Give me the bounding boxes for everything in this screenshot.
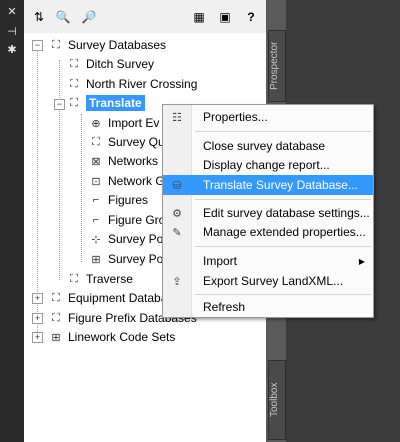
survey-database-icon: ⛶ [70, 57, 78, 70]
palette-left-bar: ✕ ⊣ ✱ [0, 0, 24, 442]
network-group-icon: ⊡ [91, 175, 101, 188]
menu-item-refresh[interactable]: Refresh [163, 297, 373, 317]
menu-separator [195, 131, 371, 132]
zoom-search-icon[interactable]: 🔍 [54, 8, 72, 26]
extended-properties-icon: ✎ [172, 226, 182, 239]
tree-line [81, 114, 82, 262]
tree-node-network-groups[interactable]: ⊡ Network G [88, 172, 164, 190]
survey-database-folder-icon: ⛶ [52, 38, 60, 51]
close-icon[interactable]: ✕ [0, 4, 24, 20]
menu-item-export-survey-landxml[interactable]: ⇪ Export Survey LandXML... [163, 271, 373, 291]
menu-item-translate-survey-database[interactable]: ⛁ Translate Survey Database... [163, 175, 373, 195]
menu-item-display-change-report[interactable]: Display change report... [163, 155, 373, 175]
linework-code-set-icon: ⊞ [51, 331, 61, 344]
tree-node-translate[interactable]: ⛶ Translate [66, 94, 145, 112]
survey-database-icon: ⛶ [70, 77, 78, 90]
settings-icon: ⚙ [172, 207, 182, 220]
expander-expand[interactable]: + [32, 313, 43, 324]
context-menu: ☷ Properties... Close survey database Di… [162, 104, 374, 318]
auto-hide-icon[interactable]: ⊣ [0, 24, 24, 40]
database-icon: ⛁ [172, 179, 182, 192]
menu-item-close-survey-database[interactable]: Close survey database [163, 136, 373, 156]
tree-node-database[interactable]: ⛶ Ditch Survey [66, 55, 154, 73]
help-icon[interactable]: ? [242, 8, 260, 26]
submenu-arrow-icon: ▶ [358, 256, 365, 266]
menu-separator [195, 246, 371, 247]
expander-expand[interactable]: + [32, 332, 43, 343]
import-events-icon: ⊕ [91, 117, 101, 130]
survey-point-group-icon: ⊞ [91, 253, 101, 266]
properties-gear-icon[interactable]: ✱ [0, 42, 24, 58]
menu-item-edit-survey-database-settings[interactable]: ⚙ Edit survey database settings... [163, 203, 373, 223]
tree-node-survey-points[interactable]: ⊹ Survey Po [88, 230, 163, 248]
tree-line [59, 60, 60, 280]
figure-group-icon: ⌐ [92, 214, 100, 226]
survey-database-icon: ⛶ [70, 96, 78, 109]
tree-node-linework-code-sets[interactable]: ⊞ Linework Code Sets [48, 328, 175, 346]
tree-node-networks[interactable]: ⊠ Networks [88, 152, 158, 170]
export-icon: ⇪ [172, 275, 182, 288]
tree-node-survey-queries[interactable]: ⛶ Survey Qu [88, 133, 165, 151]
tree-node-import-events[interactable]: ⊕ Import Ev [88, 114, 159, 132]
menu-separator [195, 294, 371, 295]
expander-collapse[interactable]: − [54, 99, 65, 110]
survey-point-icon: ⊹ [91, 233, 101, 246]
equipment-database-icon: ⛶ [52, 291, 60, 304]
tree-node-figure-groups[interactable]: ⌐ Figure Gro [88, 211, 166, 229]
figure-icon: ⌐ [92, 194, 100, 206]
tree-node-equipment-databases[interactable]: ⛶ Equipment Databa [48, 289, 167, 307]
menu-item-properties[interactable]: ☷ Properties... [163, 107, 373, 127]
tree-node-survey-point-groups[interactable]: ⊞ Survey Po [88, 250, 163, 268]
tree-node-database[interactable]: ⛶ Traverse [66, 270, 133, 288]
tree-node-figures[interactable]: ⌐ Figures [88, 191, 148, 209]
item-view-icon[interactable]: ▦ [190, 8, 208, 26]
survey-database-icon: ⛶ [70, 272, 78, 285]
expander-collapse[interactable]: − [32, 40, 43, 51]
expander-expand[interactable]: + [32, 293, 43, 304]
figure-prefix-database-icon: ⛶ [52, 311, 60, 324]
tree-node-survey-databases[interactable]: ⛶ Survey Databases [48, 36, 166, 54]
toggle-item-view-icon[interactable]: ⇅ [30, 8, 48, 26]
menu-item-manage-extended-properties[interactable]: ✎ Manage extended properties... [163, 222, 373, 242]
prospector-toolbar: ⇅ 🔍 🔎 ▦ ▣ ? [24, 0, 266, 33]
survey-query-icon: ⛶ [92, 135, 100, 148]
menu-separator [195, 199, 371, 200]
tree-node-database[interactable]: ⛶ North River Crossing [66, 75, 197, 93]
tab-toolbox[interactable]: Toolbox [268, 360, 286, 440]
zoom-back-icon[interactable]: 🔎 [80, 8, 98, 26]
layout-icon[interactable]: ▣ [216, 8, 234, 26]
menu-item-import[interactable]: Import ▶ [163, 251, 373, 271]
properties-icon: ☷ [172, 111, 182, 124]
tab-prospector[interactable]: Prospector [268, 30, 286, 102]
network-icon: ⊠ [91, 155, 101, 168]
